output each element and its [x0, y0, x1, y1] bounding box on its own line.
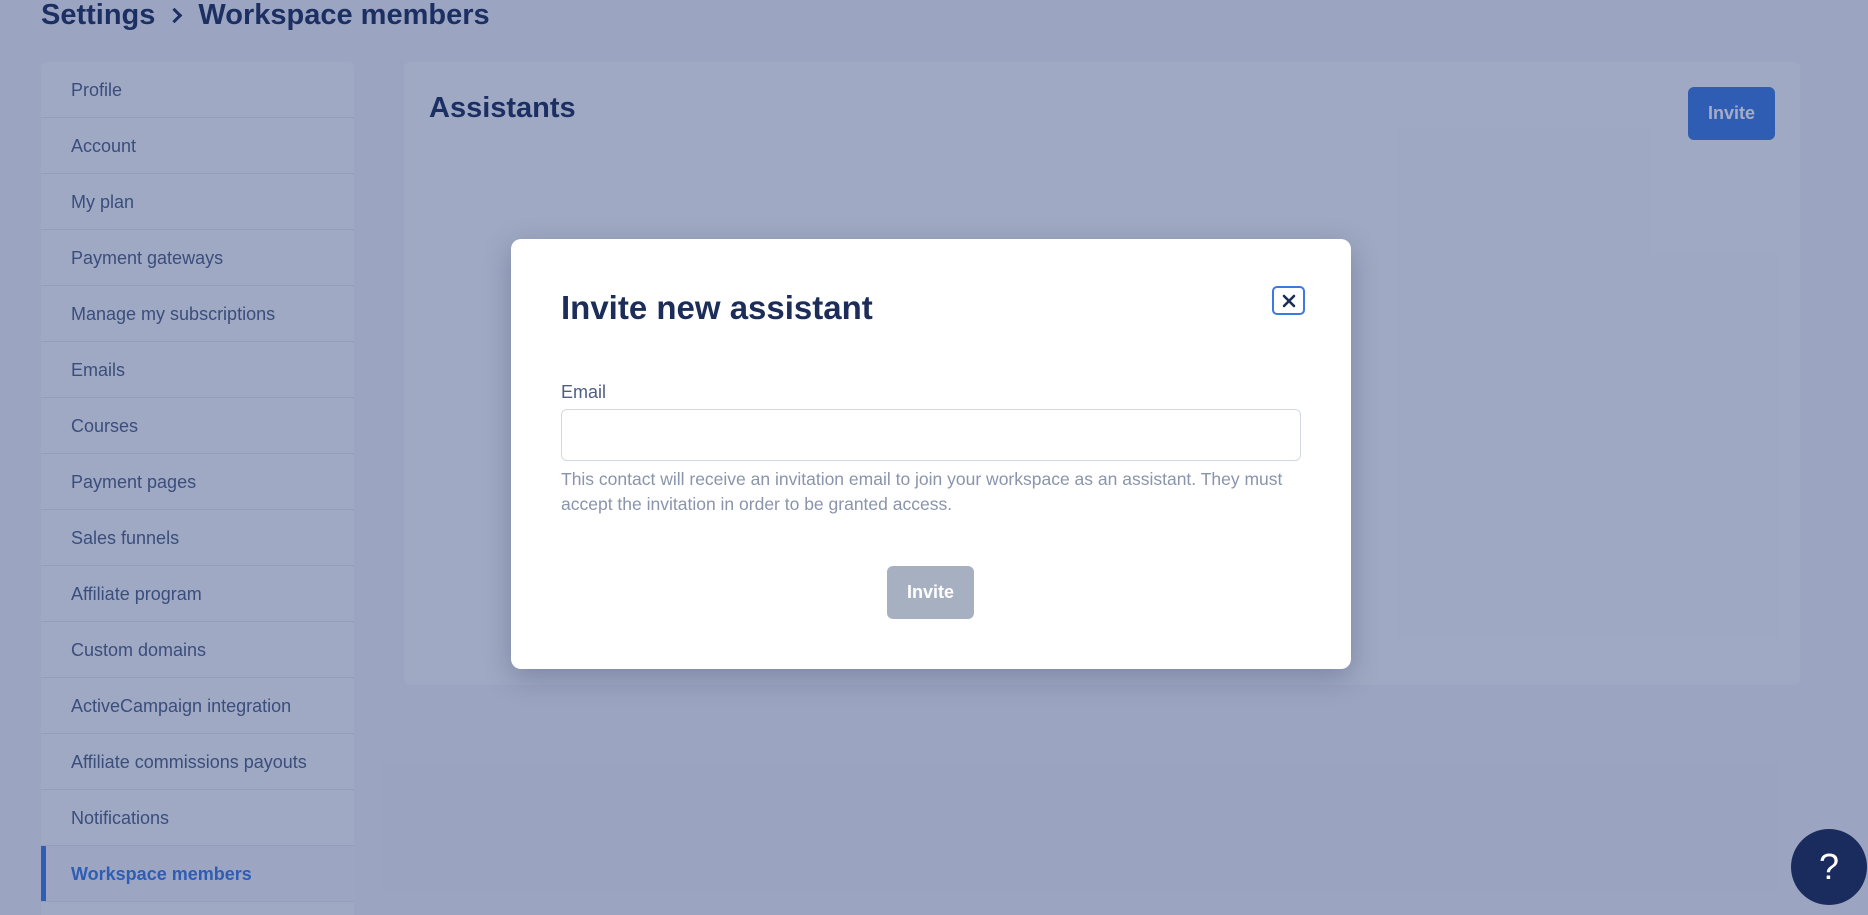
invitation-help-text: This contact will receive an invitation …	[561, 469, 1283, 514]
modal-invite-button[interactable]: Invite	[887, 566, 974, 619]
question-icon: ?	[1818, 846, 1840, 887]
invite-assistant-modal: Invite new assistant Email This contact …	[511, 239, 1351, 669]
help-button[interactable]: ?	[1791, 829, 1867, 905]
email-field[interactable]	[561, 409, 1301, 461]
close-button[interactable]	[1272, 286, 1305, 315]
modal-title: Invite new assistant	[561, 289, 873, 326]
email-label: Email	[561, 382, 607, 402]
close-icon	[1282, 294, 1295, 307]
